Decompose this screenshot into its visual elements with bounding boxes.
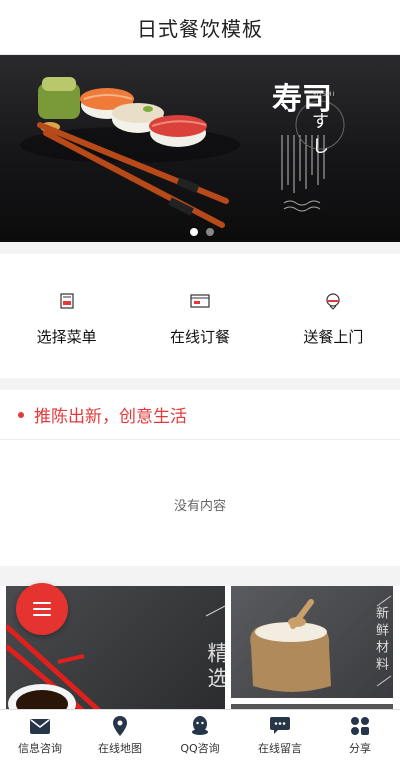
carousel-dot-2[interactable] <box>206 228 214 236</box>
mail-icon <box>30 716 50 736</box>
tab-share[interactable]: 分享 <box>320 710 400 760</box>
tab-message[interactable]: 在线留言 <box>240 710 320 760</box>
tab-label: 在线留言 <box>258 742 302 755</box>
quick-links: 选择菜单 在线订餐 送餐上门 <box>0 254 400 378</box>
gallery-tile-rice[interactable]: 新鲜材料 <box>231 586 393 698</box>
sushi-photo <box>20 77 345 228</box>
banner-carousel[interactable]: 寿司 SUSHI すし <box>0 55 400 242</box>
qq-icon <box>191 716 209 736</box>
tab-info[interactable]: 信息咨询 <box>0 710 80 760</box>
quick-link-order[interactable]: 在线订餐 <box>133 254 266 378</box>
carousel-dot-1[interactable] <box>190 228 198 236</box>
bullet-dot <box>18 411 24 418</box>
gallery-left-text: 精选 <box>205 642 225 692</box>
tab-label: 分享 <box>349 742 371 755</box>
tab-qq[interactable]: QQ咨询 <box>160 710 240 760</box>
gallery-right-text: 新鲜材料 <box>373 606 388 674</box>
header: 日式餐饮模板 <box>0 0 400 55</box>
quick-link-label: 在线订餐 <box>169 328 230 346</box>
map-pin-icon <box>113 716 127 736</box>
brand-sub: SUSHI <box>312 91 336 98</box>
section-title: 推陈出新，创意生活 <box>34 407 187 427</box>
tab-map[interactable]: 在线地图 <box>80 710 160 760</box>
hamburger-icon <box>33 602 51 604</box>
share-icon <box>351 716 369 736</box>
menu-card-icon <box>56 290 78 312</box>
chat-icon <box>270 716 290 736</box>
page: 日式餐饮模板 寿司 SUSHI すし 选择菜单 在线订餐 送餐上门 推陈出新，创… <box>0 0 400 760</box>
quick-link-menu[interactable]: 选择菜单 <box>0 254 133 378</box>
delivery-icon <box>322 290 344 312</box>
tab-label: 在线地图 <box>98 742 142 755</box>
page-title: 日式餐饮模板 <box>137 16 263 41</box>
news-section: 推陈出新，创意生活 没有内容 <box>0 390 400 566</box>
empty-message: 没有内容 <box>173 499 226 514</box>
bottom-tabbar: 信息咨询 在线地图 QQ咨询 在线留言 分享 <box>0 709 400 760</box>
order-window-icon <box>189 290 211 312</box>
banner-brand: 寿司 SUSHI すし <box>272 85 336 158</box>
quick-link-delivery[interactable]: 送餐上门 <box>267 254 400 378</box>
section-header[interactable]: 推陈出新，创意生活 <box>0 390 400 440</box>
quick-link-label: 送餐上门 <box>303 328 364 346</box>
carousel-dots <box>190 228 214 236</box>
tab-label: QQ咨询 <box>180 742 220 755</box>
brand-kana: すし <box>312 112 329 157</box>
hamburger-icon <box>33 614 51 616</box>
rice-sack-photo <box>250 595 392 692</box>
hamburger-icon <box>33 608 51 610</box>
quick-link-label: 选择菜单 <box>36 328 97 346</box>
tab-label: 信息咨询 <box>18 742 62 755</box>
menu-fab-button[interactable] <box>16 583 68 635</box>
